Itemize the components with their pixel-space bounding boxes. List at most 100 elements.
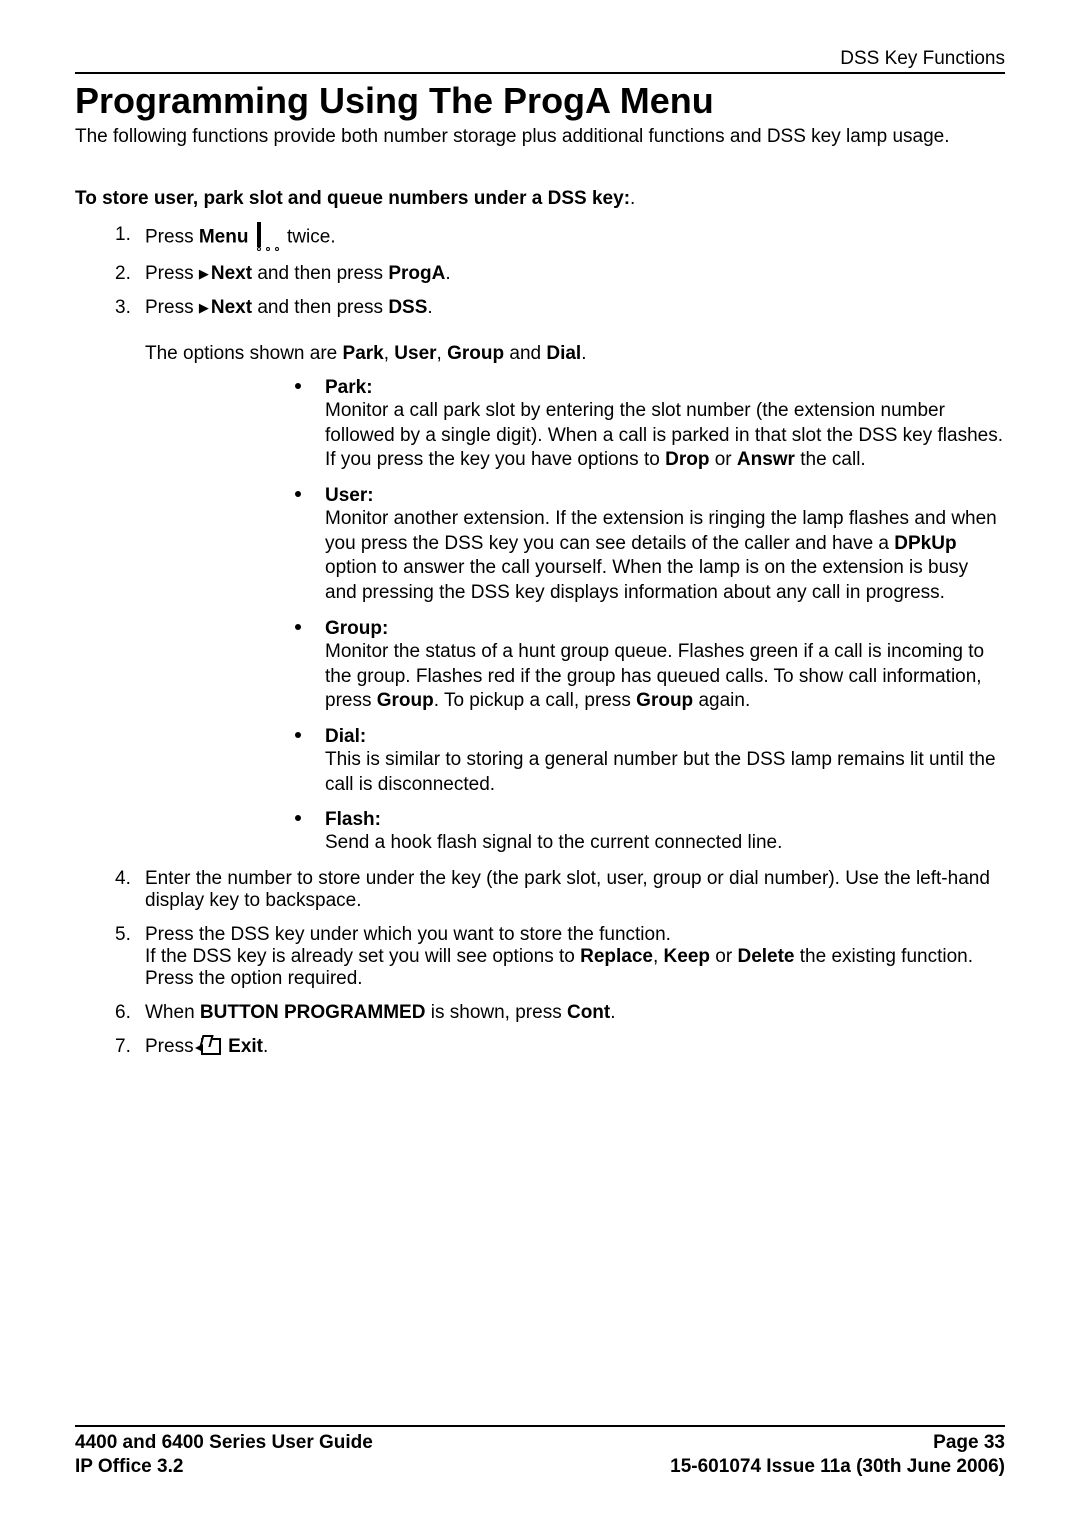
delete-label: Delete xyxy=(737,946,794,967)
triangle-icon: ▶ xyxy=(199,300,209,316)
dial-label: Dial xyxy=(546,343,581,364)
replace-label: Replace xyxy=(580,946,653,967)
text: The options shown are xyxy=(145,343,343,364)
option-desc: Monitor a call park slot by entering the… xyxy=(325,399,1005,473)
option-user: User: Monitor another extension. If the … xyxy=(295,485,1005,606)
page-title: Programming Using The ProgA Menu xyxy=(75,80,1005,122)
bullet-icon xyxy=(295,491,301,497)
bullet-icon xyxy=(295,624,301,630)
cont-label: Cont xyxy=(567,1002,610,1023)
step-3: 3. Press ▶Next and then press DSS. The o… xyxy=(115,297,1005,856)
step-text: Enter the number to store under the key … xyxy=(145,868,990,911)
step-number: 7. xyxy=(115,1036,131,1058)
bullet-icon xyxy=(295,383,301,389)
text: , xyxy=(653,946,664,967)
group-label: Group xyxy=(447,343,504,364)
footer-guide-title: 4400 and 6400 Series User Guide xyxy=(75,1431,373,1456)
footer-page-number: Page 33 xyxy=(670,1431,1005,1456)
menu-label: Menu xyxy=(199,227,249,248)
step-text: When xyxy=(145,1002,200,1023)
text: or xyxy=(709,449,736,470)
step-text: . xyxy=(263,1036,268,1057)
option-flash: Flash: Send a hook flash signal to the c… xyxy=(295,809,1005,856)
answr-label: Answr xyxy=(737,449,795,470)
step-text: and then press xyxy=(252,297,388,318)
option-label: Flash: xyxy=(325,809,1005,831)
text: . To pickup a call, press xyxy=(434,690,636,711)
triangle-icon: ▶ xyxy=(199,266,209,282)
page-header: DSS Key Functions xyxy=(75,48,1005,74)
next-label: Next xyxy=(211,297,252,318)
text: again. xyxy=(693,690,750,711)
keep-label: Keep xyxy=(664,946,710,967)
step-number: 3. xyxy=(115,297,131,319)
step-text: is shown, press xyxy=(425,1002,567,1023)
proga-label: ProgA xyxy=(388,263,445,284)
option-group: Group: Monitor the status of a hunt grou… xyxy=(295,618,1005,714)
button-programmed-label: BUTTON PROGRAMMED xyxy=(200,1002,426,1023)
step-number: 2. xyxy=(115,263,131,285)
next-label: Next xyxy=(211,263,252,284)
step-4: 4. Enter the number to store under the k… xyxy=(115,868,1005,912)
drop-label: Drop xyxy=(665,449,709,470)
step-number: 5. xyxy=(115,924,131,946)
step-2: 2. Press ▶Next and then press ProgA. xyxy=(115,263,1005,285)
step-text: . xyxy=(445,263,450,284)
menu-icon xyxy=(257,224,279,251)
step-number: 1. xyxy=(115,224,131,246)
text: and xyxy=(504,343,546,364)
exit-label: Exit xyxy=(228,1036,263,1057)
step-6: 6. When BUTTON PROGRAMMED is shown, pres… xyxy=(115,1002,1005,1024)
step-7: 7. Press Exit. xyxy=(115,1036,1005,1058)
step-text: and then press xyxy=(252,263,388,284)
text: , xyxy=(384,343,395,364)
step-text: Press the DSS key under which you want t… xyxy=(145,924,671,945)
step-text: Press xyxy=(145,227,199,248)
option-dial: Dial: This is similar to storing a gener… xyxy=(295,726,1005,797)
park-label: Park xyxy=(343,343,384,364)
bullet-icon xyxy=(295,732,301,738)
dpkup-label: DPkUp xyxy=(894,533,956,554)
step-text: . xyxy=(427,297,432,318)
group-label: Group xyxy=(636,690,693,711)
text: Monitor a call park slot by entering the… xyxy=(325,400,1003,470)
option-label: Dial: xyxy=(325,726,1005,748)
exit-icon xyxy=(201,1038,221,1055)
bullet-icon xyxy=(295,815,301,821)
text: the call. xyxy=(795,449,866,470)
option-label: User: xyxy=(325,485,1005,507)
subhead-suffix: . xyxy=(630,188,635,209)
option-park: Park: Monitor a call park slot by enteri… xyxy=(295,377,1005,473)
step-text: . xyxy=(610,1002,615,1023)
page-footer: 4400 and 6400 Series User Guide IP Offic… xyxy=(75,1425,1005,1480)
option-desc: Monitor another extension. If the extens… xyxy=(325,507,1005,606)
options-intro: The options shown are Park, User, Group … xyxy=(145,343,1005,365)
steps-list: 1. Press Menu twice. 2. Press ▶Next and … xyxy=(75,224,1005,1058)
text: or xyxy=(710,946,737,967)
step-1: 1. Press Menu twice. xyxy=(115,224,1005,251)
option-desc: Send a hook flash signal to the current … xyxy=(325,831,1005,856)
text: option to answer the call yourself. When… xyxy=(325,557,968,603)
step-5: 5. Press the DSS key under which you wan… xyxy=(115,924,1005,990)
footer-product: IP Office 3.2 xyxy=(75,1455,373,1480)
step-text: twice. xyxy=(287,227,336,248)
option-label: Park: xyxy=(325,377,1005,399)
step-text: Press xyxy=(145,1036,199,1057)
step-text: Press xyxy=(145,297,199,318)
intro-text: The following functions provide both num… xyxy=(75,126,1005,148)
options-list: Park: Monitor a call park slot by enteri… xyxy=(145,377,1005,856)
user-label: User xyxy=(394,343,436,364)
text: , xyxy=(437,343,448,364)
subheading: To store user, park slot and queue numbe… xyxy=(75,188,1005,210)
step-text: Press xyxy=(145,263,199,284)
step-number: 6. xyxy=(115,1002,131,1024)
group-label: Group xyxy=(377,690,434,711)
text: . xyxy=(581,343,586,364)
subhead-text: To store user, park slot and queue numbe… xyxy=(75,188,630,209)
step-text: If the DSS key is already set you will s… xyxy=(145,946,580,967)
option-desc: This is similar to storing a general num… xyxy=(325,748,1005,797)
option-desc: Monitor the status of a hunt group queue… xyxy=(325,640,1005,714)
footer-issue: 15-601074 Issue 11a (30th June 2006) xyxy=(670,1455,1005,1480)
step-number: 4. xyxy=(115,868,131,890)
dss-label: DSS xyxy=(388,297,427,318)
